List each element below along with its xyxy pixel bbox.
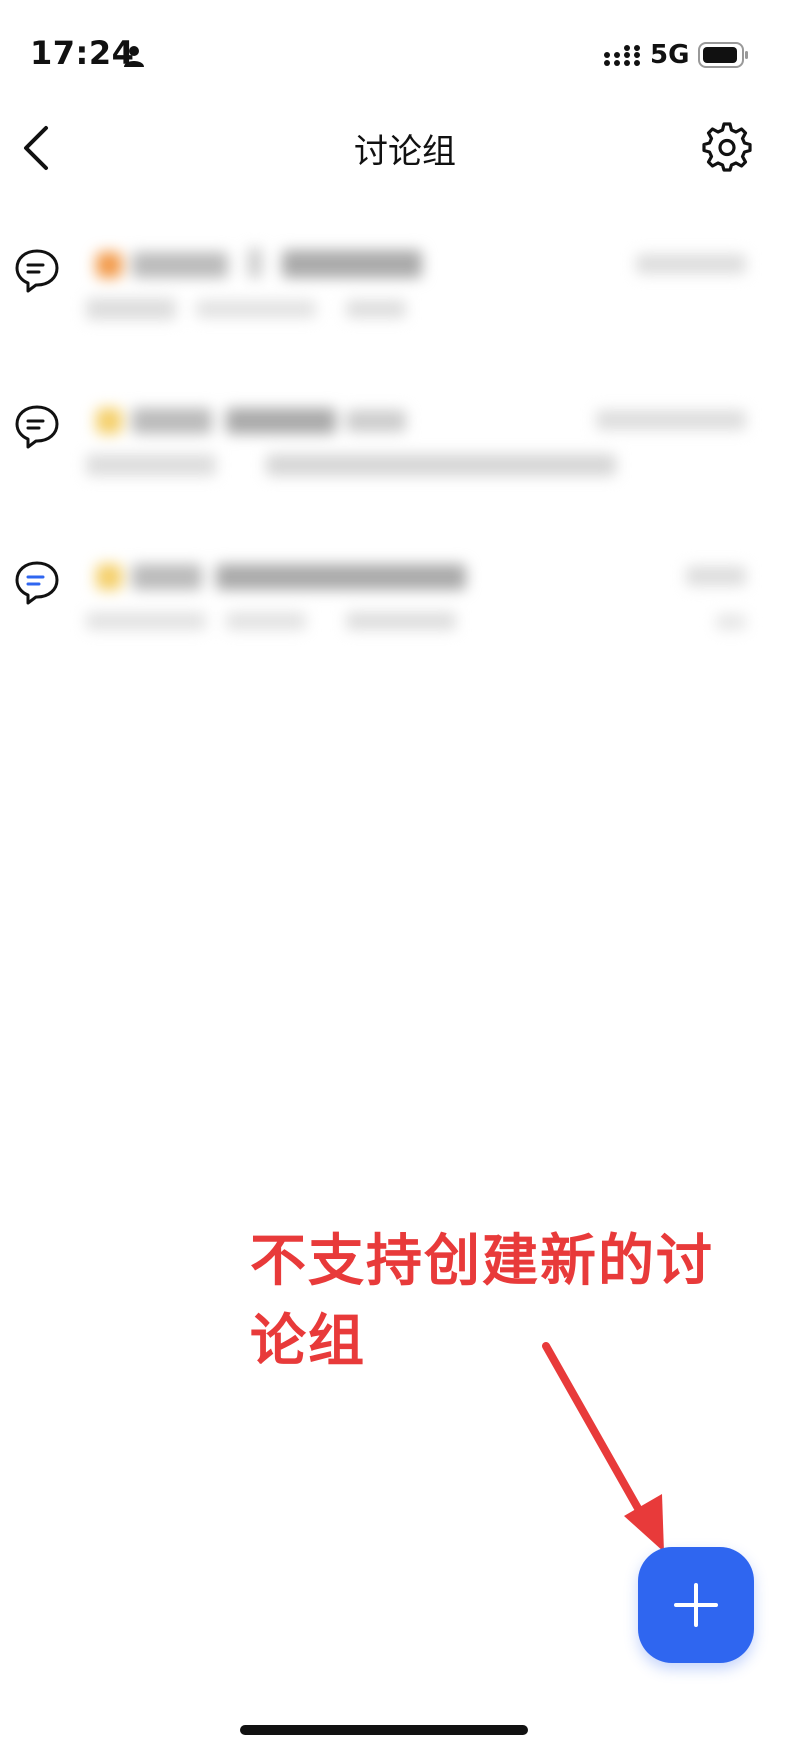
network-type: 5G (650, 40, 690, 70)
annotation-arrow (542, 1342, 664, 1552)
blur-bar (226, 408, 336, 434)
discussion-preview-blurred (76, 218, 772, 358)
blur-bar (716, 614, 746, 630)
page-title: 讨论组 (354, 132, 456, 172)
blur-bar (226, 612, 306, 630)
discussion-preview-blurred (76, 530, 772, 670)
chat-bubble-active-icon (15, 561, 59, 605)
status-time: 17:24 (30, 34, 135, 72)
group-avatar (96, 252, 122, 278)
blur-bar (248, 248, 262, 278)
chat-bubble-icon (15, 249, 59, 293)
blur-bar (216, 564, 466, 590)
blur-bar (346, 300, 406, 318)
plus-icon (674, 1583, 718, 1627)
discussion-preview-blurred (76, 374, 772, 514)
blur-bar (132, 408, 212, 434)
battery-icon (698, 42, 748, 68)
person-icon (124, 46, 144, 67)
home-indicator[interactable] (240, 1725, 528, 1735)
blur-bar (86, 298, 176, 320)
status-bar: 17:24 5G (0, 0, 810, 110)
blur-bar (86, 454, 216, 476)
blur-bar (346, 410, 406, 432)
blur-bar (686, 566, 746, 586)
list-item[interactable] (0, 218, 810, 368)
settings-button[interactable] (702, 122, 752, 172)
group-avatar (96, 564, 122, 590)
blur-bar (596, 410, 746, 430)
blur-bar (636, 254, 746, 274)
group-avatar (96, 408, 122, 434)
list-item[interactable] (0, 374, 810, 524)
add-discussion-button[interactable] (638, 1547, 754, 1663)
blur-bar (196, 300, 316, 318)
blur-bar (86, 612, 206, 630)
list-item[interactable] (0, 530, 810, 680)
blur-bar (132, 252, 228, 278)
signal-icon (604, 45, 640, 66)
blur-bar (346, 612, 456, 630)
blur-bar (266, 454, 616, 476)
blur-bar (282, 250, 422, 278)
chat-bubble-icon (15, 405, 59, 449)
gear-icon (702, 122, 752, 172)
blur-bar (132, 564, 202, 590)
